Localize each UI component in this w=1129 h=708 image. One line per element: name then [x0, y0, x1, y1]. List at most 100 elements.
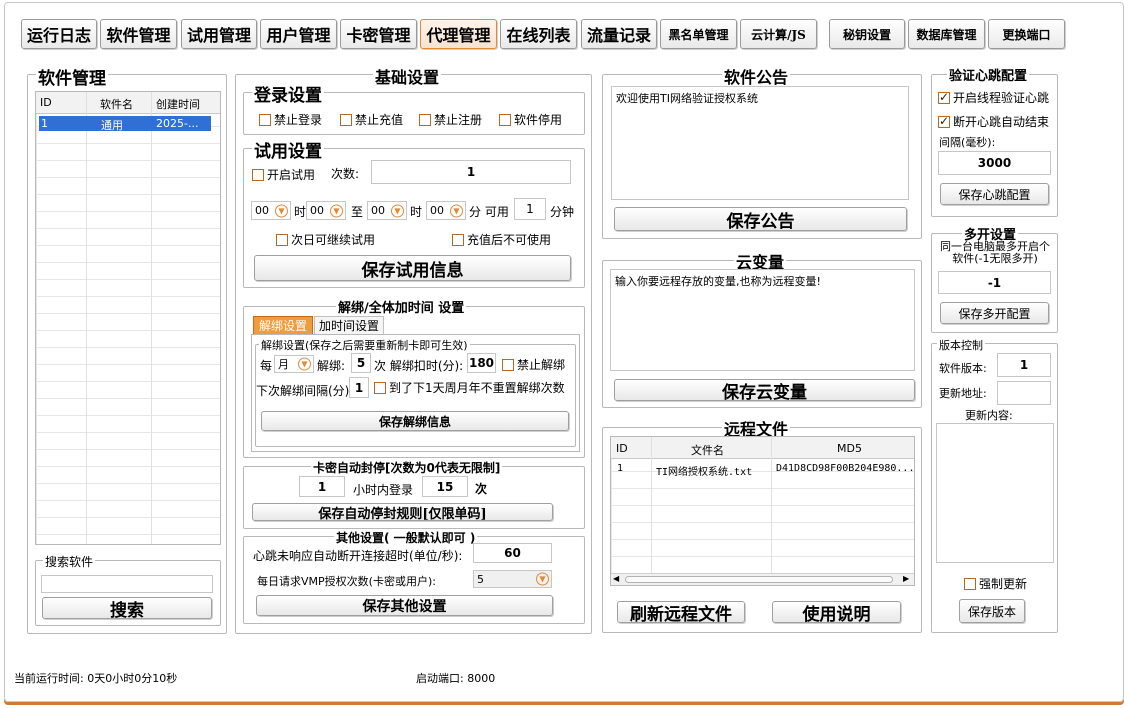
- table-row[interactable]: 1 TI网络授权系统.txt D41D8CD98F00B204E980...: [611, 462, 914, 478]
- unbind-subtitle: 解绑设置(保存之后需要重新制卡即可生效): [259, 337, 470, 353]
- multi-input[interactable]: -1: [938, 271, 1051, 294]
- checkbox-icon: [938, 90, 950, 104]
- col-filename[interactable]: 文件名: [691, 442, 724, 458]
- trial-count-input[interactable]: 1: [371, 160, 571, 184]
- tab-port[interactable]: 更换端口: [988, 19, 1065, 49]
- chevron-down-icon: ▼: [298, 357, 311, 371]
- enable-trial-checkbox[interactable]: 开启试用: [252, 166, 315, 183]
- update-url-input[interactable]: [997, 381, 1051, 405]
- other-title: 其他设置( 一般默认即可 ): [334, 529, 478, 546]
- hour1-select[interactable]: 00 ▼: [251, 201, 291, 220]
- tab-software[interactable]: 软件管理: [100, 19, 177, 49]
- tab-unbind-settings[interactable]: 解绑设置: [253, 316, 313, 335]
- timeout-input[interactable]: 60: [473, 543, 552, 563]
- update-content-textarea[interactable]: [936, 423, 1054, 563]
- col-md5[interactable]: MD5: [837, 442, 862, 455]
- hb-interval-input[interactable]: 3000: [938, 151, 1051, 175]
- version-input[interactable]: 1: [997, 353, 1051, 377]
- label-zhi: 至: [351, 205, 364, 219]
- search-input[interactable]: [41, 575, 213, 593]
- cloudvar-textarea[interactable]: 输入你要远程存放的变量,也称为远程变量!: [610, 269, 915, 371]
- deduct-input[interactable]: 180: [467, 353, 496, 373]
- save-version-button[interactable]: 保存版本: [959, 599, 1025, 623]
- hour2-select[interactable]: 00 ▼: [367, 201, 407, 220]
- unbind-count-input[interactable]: 5: [351, 353, 371, 373]
- tab-agent[interactable]: 代理管理: [420, 19, 497, 49]
- disconnect-exit-checkbox[interactable]: 断开心跳自动结束: [938, 113, 1049, 130]
- tab-blacklist[interactable]: 黑名单管理: [660, 19, 737, 49]
- force-update-checkbox[interactable]: 强制更新: [964, 575, 1027, 592]
- thread-heartbeat-checkbox[interactable]: 开启线程验证心跳: [938, 89, 1049, 106]
- checkbox-icon: [374, 381, 386, 394]
- label-minutes: 分钟: [550, 205, 575, 219]
- save-multi-button[interactable]: 保存多开配置: [940, 302, 1049, 324]
- save-other-button[interactable]: 保存其他设置: [256, 595, 553, 616]
- checkbox-icon: [452, 233, 464, 246]
- help-button[interactable]: 使用说明: [772, 601, 901, 625]
- chevron-down-icon: ▼: [330, 204, 343, 217]
- save-trial-button[interactable]: 保存试用信息: [254, 255, 571, 281]
- checkbox-icon: [419, 113, 431, 126]
- forbid-register-checkbox[interactable]: 禁止注册: [419, 111, 482, 128]
- row-softname: 通用: [101, 119, 123, 132]
- login-title: 登录设置: [252, 81, 324, 106]
- scroll-thumb[interactable]: [625, 576, 893, 583]
- col-created[interactable]: 创建时间: [156, 96, 200, 112]
- tab-cloud-js[interactable]: 云计算/JS: [740, 19, 817, 49]
- label-every: 每: [260, 359, 273, 373]
- row-filename: TI网络授权系统.txt: [656, 467, 753, 478]
- autoban-count-input[interactable]: 1: [299, 476, 345, 497]
- forbid-recharge-checkbox[interactable]: 禁止充值: [340, 111, 403, 128]
- save-unbind-button[interactable]: 保存解绑信息: [261, 411, 569, 431]
- refresh-remote-button[interactable]: 刷新远程文件: [617, 601, 745, 625]
- save-autoban-button[interactable]: 保存自动停封规则[仅限单码]: [252, 503, 553, 522]
- tab-cards[interactable]: 卡密管理: [340, 19, 417, 49]
- checkbox-icon: [276, 233, 288, 246]
- min2-select[interactable]: 00 ▼: [426, 201, 466, 220]
- label-timeout: 心跳未响应自动断开连接超时(单位/秒):: [253, 549, 463, 563]
- basic-title: 基础设置: [373, 64, 442, 88]
- horizontal-scrollbar[interactable]: ◀ ▶: [611, 573, 914, 585]
- save-notice-button[interactable]: 保存公告: [614, 207, 907, 232]
- vmp-select[interactable]: 5 ▼: [473, 570, 552, 588]
- checkbox-icon: [252, 168, 264, 181]
- search-label: 搜索软件: [43, 553, 96, 570]
- col-id[interactable]: ID: [40, 96, 52, 109]
- table-row[interactable]: 1 通用 2025-...: [39, 116, 211, 132]
- no-reset-checkbox[interactable]: 到了下1天周月年不重置解绑次数: [374, 379, 565, 396]
- label-hb-interval: 间隔(毫秒):: [939, 136, 996, 149]
- tab-traffic[interactable]: 流量记录: [581, 19, 657, 49]
- no-after-recharge-checkbox[interactable]: 充值后不可使用: [452, 231, 551, 248]
- col-softname[interactable]: 软件名: [100, 96, 133, 112]
- save-cloudvar-button[interactable]: 保存云变量: [614, 379, 915, 403]
- search-button[interactable]: 搜索: [42, 597, 212, 621]
- forbid-login-checkbox[interactable]: 禁止登录: [259, 111, 322, 128]
- label-unbind: 解绑:: [317, 359, 346, 373]
- col-file-id[interactable]: ID: [616, 442, 628, 455]
- tab-add-time[interactable]: 加时间设置: [314, 316, 384, 335]
- period-select[interactable]: 月 ▼: [274, 355, 314, 373]
- disable-software-checkbox[interactable]: 软件停用: [499, 111, 562, 128]
- save-heartbeat-button[interactable]: 保存心跳配置: [940, 183, 1049, 205]
- label-shi2: 时: [410, 205, 423, 219]
- tab-online[interactable]: 在线列表: [500, 19, 577, 49]
- checkbox-icon: [499, 113, 511, 126]
- use-minutes-input[interactable]: 1: [514, 198, 546, 220]
- next-day-checkbox[interactable]: 次日可继续试用: [276, 231, 375, 248]
- label-vmp: 每日请求VMP授权次数(卡密或用户):: [257, 575, 436, 588]
- tab-trial[interactable]: 试用管理: [181, 19, 257, 49]
- notice-textarea[interactable]: 欢迎使用TI网络验证授权系统: [611, 86, 909, 200]
- trial-title: 试用设置: [252, 137, 324, 162]
- tab-users[interactable]: 用户管理: [260, 19, 337, 49]
- remote-table: ID 文件名 MD5 1 TI网络授权系统.txt D41D8CD98F00B2…: [610, 436, 915, 586]
- forbid-unbind-checkbox[interactable]: 禁止解绑: [502, 356, 565, 373]
- interval-input[interactable]: 1: [349, 377, 369, 398]
- label-shi: 时: [294, 205, 307, 219]
- tab-keys[interactable]: 秘钥设置: [829, 19, 905, 49]
- autoban-times-input[interactable]: 15: [422, 476, 468, 497]
- scroll-left-icon[interactable]: ◀: [613, 574, 619, 583]
- tab-database[interactable]: 数据库管理: [908, 19, 985, 49]
- tab-run-log[interactable]: 运行日志: [21, 19, 97, 49]
- scroll-right-icon[interactable]: ▶: [903, 574, 909, 583]
- min1-select[interactable]: 00 ▼: [306, 201, 346, 220]
